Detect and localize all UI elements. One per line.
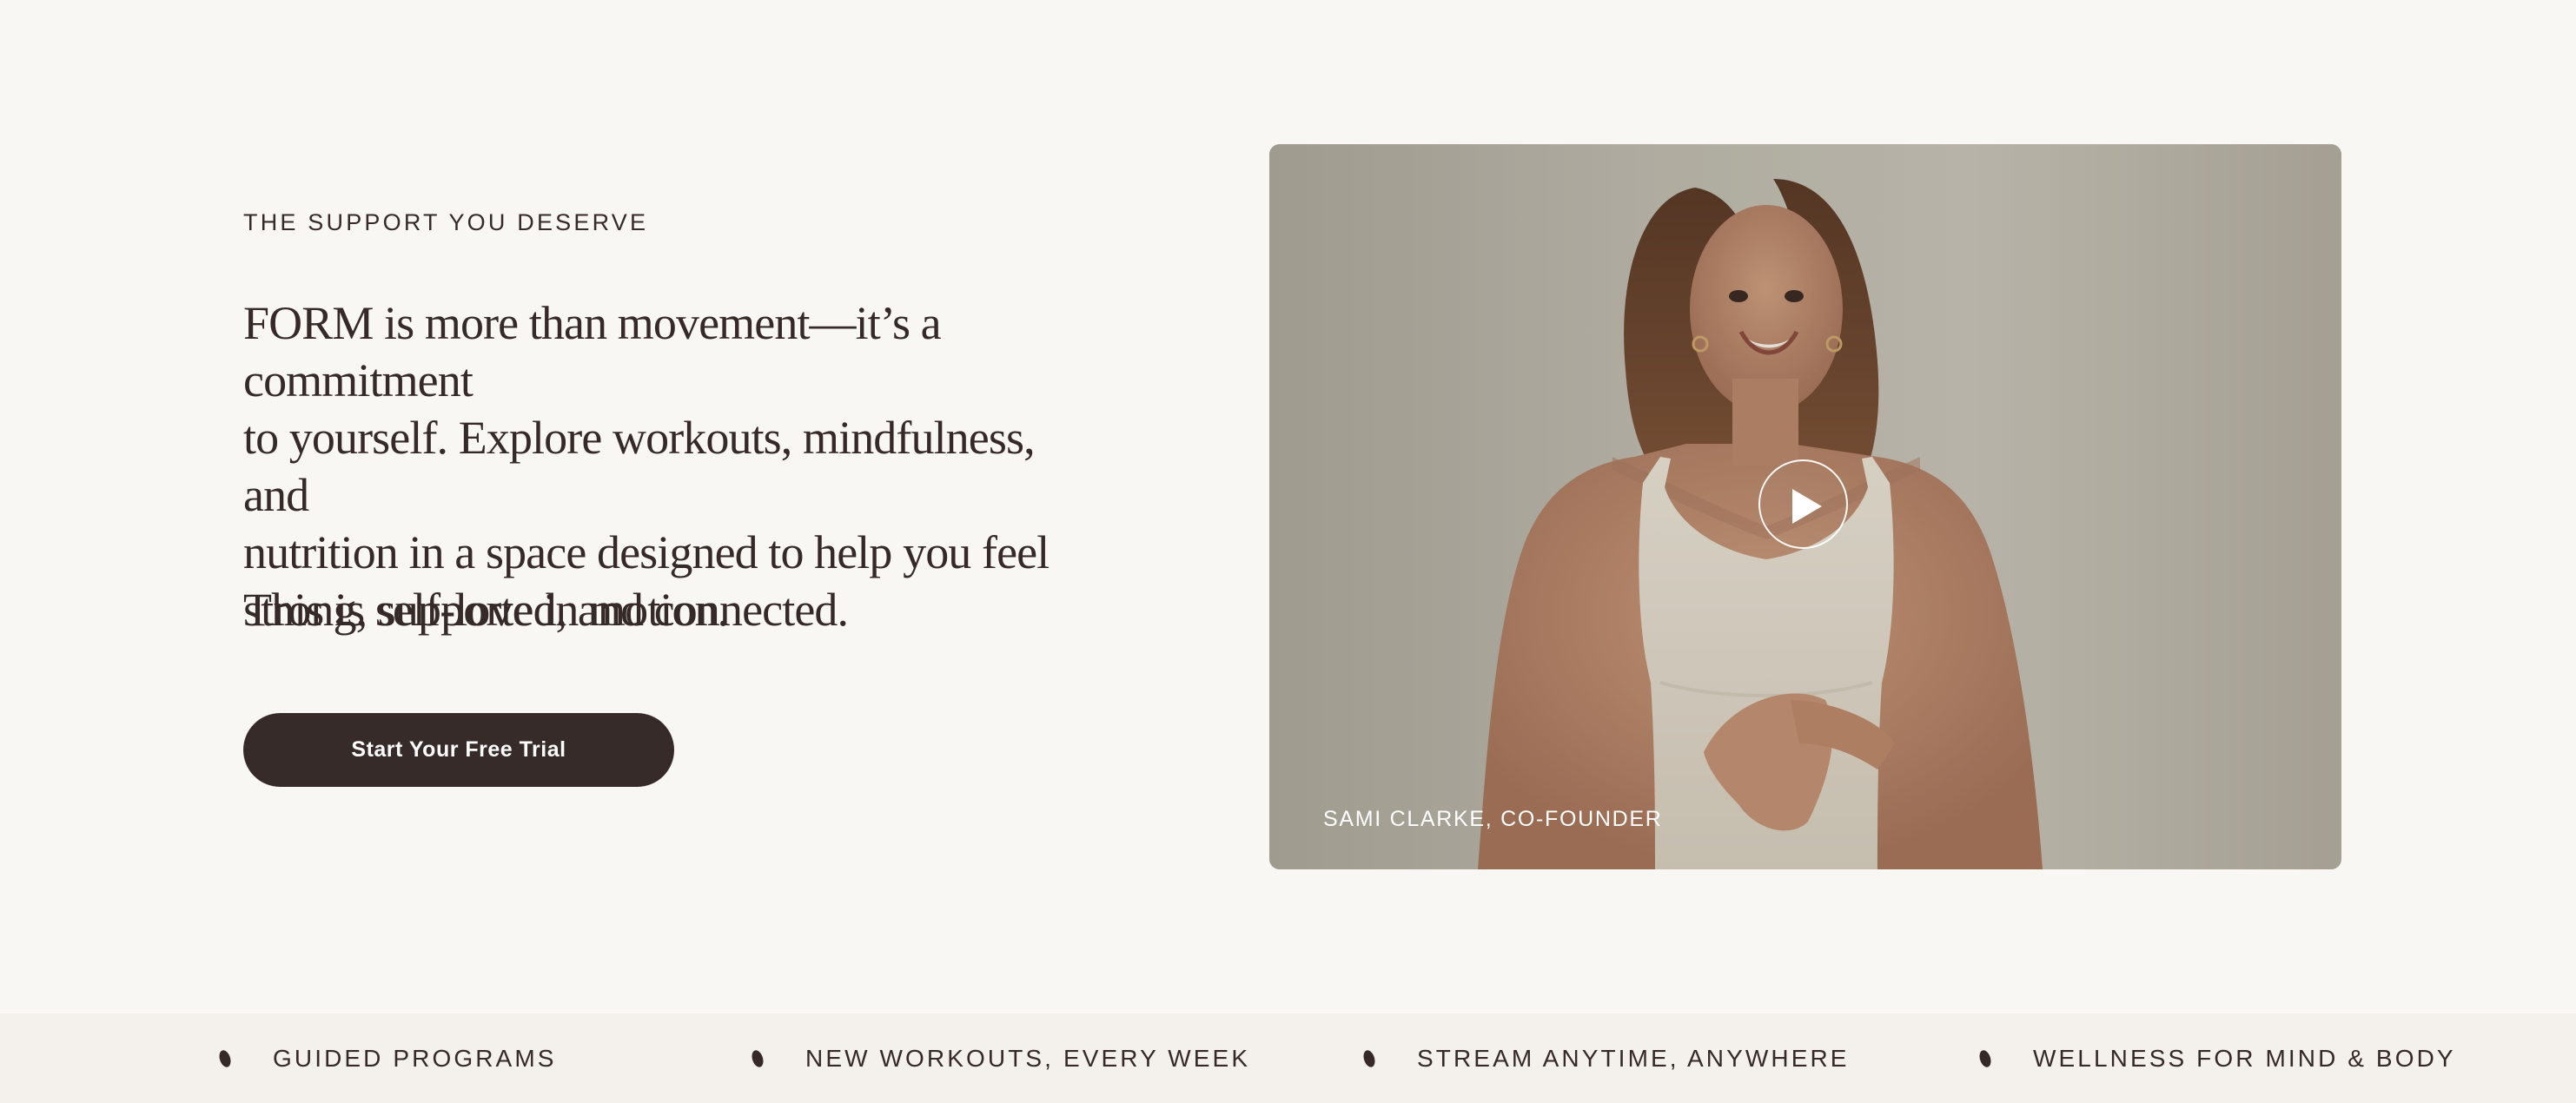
body-line: to yourself. Explore workouts, mindfulne… bbox=[243, 412, 1036, 521]
dot-icon bbox=[219, 1049, 231, 1067]
marquee-item-label: NEW WORKOUTS, EVERY WEEK bbox=[805, 1044, 1251, 1072]
section-tagline: This is self-love in motion. bbox=[243, 584, 729, 636]
marquee-item-label: STREAM ANYTIME, ANYWHERE bbox=[1417, 1044, 1850, 1072]
body-line: FORM is more than movement—it’s a commit… bbox=[243, 297, 942, 406]
features-marquee: GUIDED PROGRAMS NEW WORKOUTS, EVERY WEEK… bbox=[0, 1014, 2576, 1103]
marquee-item: NEW WORKOUTS, EVERY WEEK bbox=[752, 1014, 1250, 1103]
founder-video[interactable]: SAMI CLARKE, CO-FOUNDER bbox=[1269, 144, 2341, 869]
dot-icon bbox=[1979, 1049, 1991, 1067]
marquee-item: GUIDED PROGRAMS bbox=[219, 1014, 557, 1103]
marquee-item: WELLNESS FOR MIND & BODY bbox=[1979, 1014, 2456, 1103]
video-caption: SAMI CLARKE, CO-FOUNDER bbox=[1323, 807, 1663, 831]
play-button[interactable] bbox=[1758, 459, 1848, 549]
body-line: nutrition in a space designed to help yo… bbox=[243, 526, 1050, 578]
marquee-item-label: WELLNESS FOR MIND & BODY bbox=[2033, 1044, 2456, 1072]
support-section: THE SUPPORT YOU DESERVE FORM is more tha… bbox=[0, 0, 2576, 1103]
dot-icon bbox=[1363, 1049, 1375, 1067]
marquee-item-label: GUIDED PROGRAMS bbox=[273, 1044, 557, 1072]
marquee-item: STREAM ANYTIME, ANYWHERE bbox=[1363, 1014, 1850, 1103]
play-icon bbox=[1792, 489, 1822, 524]
dot-icon bbox=[752, 1049, 764, 1067]
start-free-trial-button[interactable]: Start Your Free Trial bbox=[243, 713, 674, 787]
section-eyebrow: THE SUPPORT YOU DESERVE bbox=[243, 209, 649, 235]
